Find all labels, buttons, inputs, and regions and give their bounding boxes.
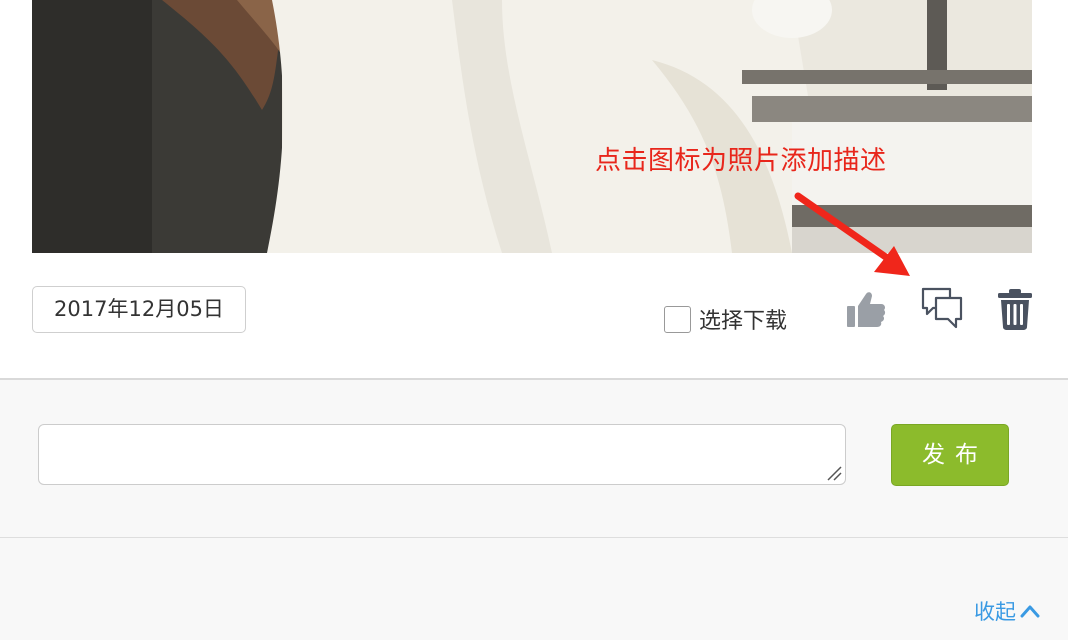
collapse-label: 收起 bbox=[974, 600, 1016, 624]
annotation-text: 点击图标为照片添加描述 bbox=[595, 146, 887, 176]
select-download-option[interactable]: 选择下载 bbox=[664, 304, 787, 334]
chevron-up-icon bbox=[1020, 605, 1040, 618]
comment-bubbles-icon[interactable] bbox=[920, 286, 964, 330]
collapse-link[interactable]: 收起 bbox=[974, 596, 1040, 626]
publish-button[interactable]: 发布 bbox=[891, 424, 1009, 486]
download-checkbox[interactable] bbox=[664, 305, 691, 333]
annotation-arrow-icon bbox=[794, 192, 910, 276]
footer-divider bbox=[0, 537, 1068, 538]
trash-icon[interactable] bbox=[996, 288, 1034, 330]
resize-grip-icon[interactable] bbox=[826, 465, 842, 481]
download-label: 选择下载 bbox=[699, 309, 788, 334]
comment-textarea[interactable] bbox=[38, 424, 846, 485]
photo-date-badge: 2017年12月05日 bbox=[32, 286, 246, 333]
comment-section bbox=[0, 380, 1068, 640]
thumbs-up-icon[interactable] bbox=[845, 288, 887, 330]
